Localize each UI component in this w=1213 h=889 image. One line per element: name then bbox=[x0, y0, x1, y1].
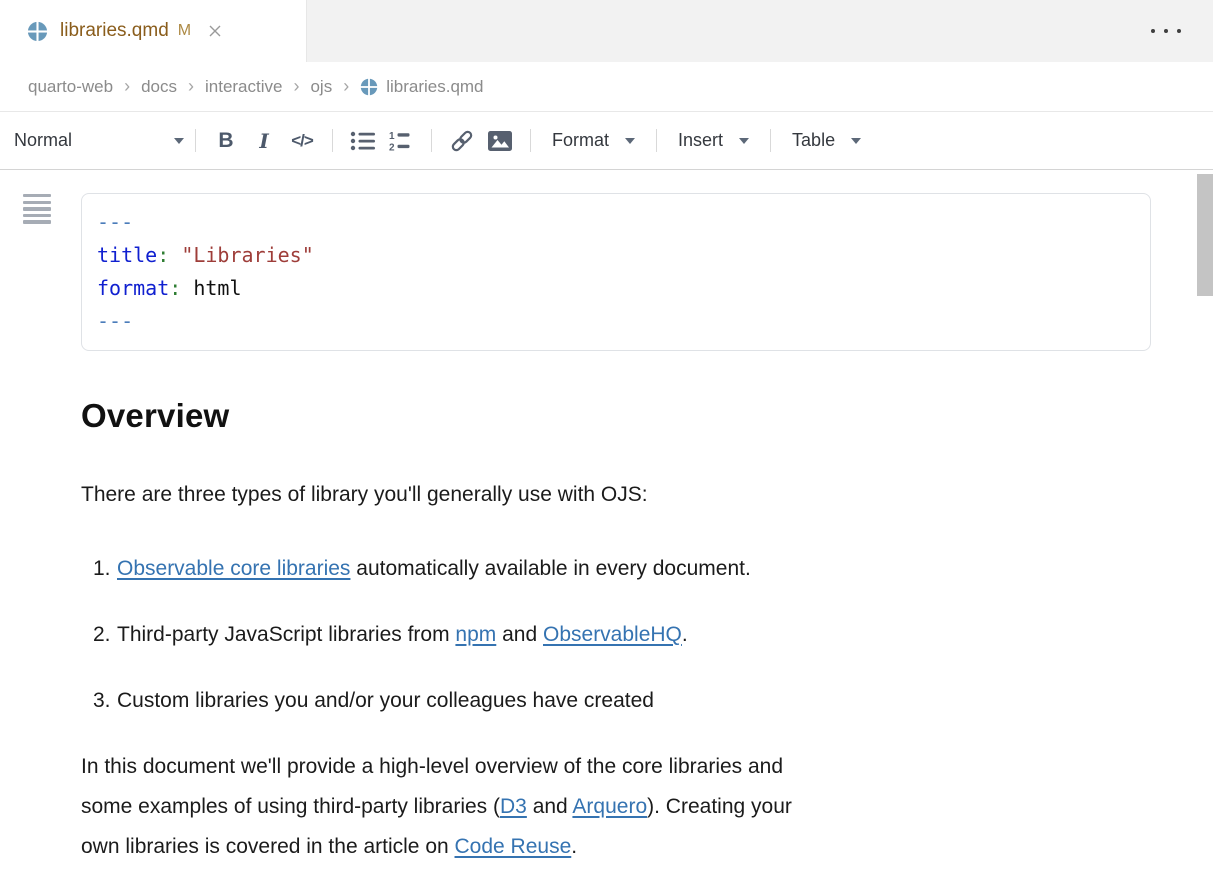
intro-paragraph: There are three types of library you'll … bbox=[81, 475, 1151, 515]
toolbar-divider bbox=[431, 129, 432, 152]
code-icon: </> bbox=[291, 131, 313, 151]
toolbar-divider bbox=[656, 129, 657, 152]
chevron-right-icon: › bbox=[124, 76, 130, 97]
inline-link[interactable]: Code Reuse bbox=[455, 835, 572, 858]
list-item-text: Third-party JavaScript libraries from np… bbox=[117, 615, 688, 655]
text-run: . bbox=[571, 835, 577, 858]
text-run: and bbox=[527, 795, 573, 818]
inline-link[interactable]: Arquero bbox=[572, 795, 647, 818]
code-line: title: "Libraries" bbox=[97, 239, 1135, 272]
text-run: and bbox=[496, 623, 543, 646]
chevron-down-icon bbox=[851, 138, 861, 144]
text-run: some examples of using third-party libra… bbox=[81, 795, 500, 818]
breadcrumb-item-docs[interactable]: docs bbox=[141, 77, 177, 97]
list-item-text: Observable core libraries automatically … bbox=[117, 549, 751, 589]
list-number: 2. bbox=[93, 615, 113, 655]
code-line: --- bbox=[97, 305, 1135, 338]
breadcrumb-item-ojs[interactable]: ojs bbox=[310, 77, 332, 97]
chevron-right-icon: › bbox=[188, 76, 194, 97]
paragraph-line: some examples of using third-party libra… bbox=[81, 787, 1151, 827]
quarto-visual-editor-window: libraries.qmd M quarto-web › docs › inte… bbox=[0, 0, 1213, 889]
italic-icon: I bbox=[259, 129, 268, 153]
inline-link[interactable]: D3 bbox=[500, 795, 527, 818]
breadcrumb: quarto-web › docs › interactive › ojs › … bbox=[0, 62, 1213, 112]
formatting-toolbar: Normal B I </> 1 2 bbox=[0, 112, 1213, 170]
link-button[interactable] bbox=[443, 123, 481, 159]
quarto-logo-icon bbox=[27, 21, 48, 42]
table-menu[interactable]: Table bbox=[782, 130, 871, 151]
close-icon[interactable] bbox=[206, 22, 224, 40]
modified-badge: M bbox=[178, 22, 191, 40]
inline-link[interactable]: ObservableHQ bbox=[543, 623, 682, 646]
image-button[interactable] bbox=[481, 123, 519, 159]
text-run: . bbox=[682, 623, 688, 646]
chevron-right-icon: › bbox=[343, 76, 349, 97]
editor-surface[interactable]: ---title: "Libraries"format: html--- Ove… bbox=[0, 170, 1213, 889]
format-menu[interactable]: Format bbox=[542, 130, 645, 151]
image-icon bbox=[487, 130, 513, 152]
tab-title: libraries.qmd bbox=[60, 20, 169, 42]
breadcrumb-item-interactive[interactable]: interactive bbox=[205, 77, 282, 97]
toolbar-divider bbox=[332, 129, 333, 152]
vertical-scrollbar-thumb[interactable] bbox=[1197, 174, 1213, 296]
bullet-list-button[interactable] bbox=[344, 123, 382, 159]
heading-overview: Overview bbox=[81, 395, 1151, 437]
closing-paragraph: In this document we'll provide a high-le… bbox=[81, 747, 1151, 867]
code-button[interactable]: </> bbox=[283, 123, 321, 159]
svg-text:1: 1 bbox=[389, 131, 395, 142]
editor-tab-bar: libraries.qmd M bbox=[0, 0, 1213, 62]
list-number: 3. bbox=[93, 681, 113, 721]
text-run: Custom libraries you and/or your colleag… bbox=[117, 689, 654, 712]
tab-libraries-qmd[interactable]: libraries.qmd M bbox=[0, 0, 307, 62]
inline-link[interactable]: npm bbox=[455, 623, 496, 646]
paragraph-line: own libraries is covered in the article … bbox=[81, 827, 1151, 867]
chevron-down-icon bbox=[174, 138, 184, 144]
text-run: own libraries is covered in the article … bbox=[81, 835, 455, 858]
list-item: 3. Custom libraries you and/or your coll… bbox=[81, 681, 1151, 721]
link-icon bbox=[448, 129, 476, 153]
insert-menu-label: Insert bbox=[678, 130, 723, 151]
paragraph-style-value: Normal bbox=[14, 130, 72, 151]
list-number: 1. bbox=[93, 549, 113, 589]
block-drag-handle-icon[interactable] bbox=[23, 194, 51, 224]
text-run: Third-party JavaScript libraries from bbox=[117, 623, 455, 646]
format-menu-label: Format bbox=[552, 130, 609, 151]
toolbar-divider bbox=[195, 129, 196, 152]
code-line: --- bbox=[97, 206, 1135, 239]
list-item: 2. Third-party JavaScript libraries from… bbox=[81, 615, 1151, 655]
text-run: ). Creating your bbox=[647, 795, 792, 818]
library-types-list: 1. Observable core libraries automatical… bbox=[81, 549, 1151, 721]
text-run: In this document we'll provide a high-le… bbox=[81, 755, 783, 778]
insert-menu[interactable]: Insert bbox=[668, 130, 759, 151]
paragraph-style-dropdown[interactable]: Normal bbox=[14, 130, 184, 151]
toolbar-divider bbox=[770, 129, 771, 152]
breadcrumb-item-file[interactable]: libraries.qmd bbox=[360, 77, 483, 97]
code-line: format: html bbox=[97, 272, 1135, 305]
paragraph-line: In this document we'll provide a high-le… bbox=[81, 747, 1151, 787]
table-menu-label: Table bbox=[792, 130, 835, 151]
document-body: ---title: "Libraries"format: html--- Ove… bbox=[0, 170, 1213, 867]
toolbar-divider bbox=[530, 129, 531, 152]
numbered-list-button[interactable]: 1 2 bbox=[382, 123, 420, 159]
yaml-front-matter-block[interactable]: ---title: "Libraries"format: html--- bbox=[81, 193, 1151, 351]
chevron-down-icon bbox=[625, 138, 635, 144]
chevron-down-icon bbox=[739, 138, 749, 144]
bold-button[interactable]: B bbox=[207, 123, 245, 159]
chevron-right-icon: › bbox=[293, 76, 299, 97]
bold-icon: B bbox=[218, 129, 233, 153]
italic-button[interactable]: I bbox=[245, 123, 283, 159]
bullet-list-icon bbox=[350, 130, 376, 152]
breadcrumb-item-quarto-web[interactable]: quarto-web bbox=[28, 77, 113, 97]
inline-link[interactable]: Observable core libraries bbox=[117, 557, 350, 580]
list-item: 1. Observable core libraries automatical… bbox=[81, 549, 1151, 589]
svg-text:2: 2 bbox=[389, 142, 395, 152]
text-run: automatically available in every documen… bbox=[350, 557, 750, 580]
tab-bar-spacer bbox=[307, 0, 1149, 62]
more-actions-icon[interactable] bbox=[1149, 0, 1183, 62]
breadcrumb-file-label: libraries.qmd bbox=[386, 77, 483, 97]
list-item-text: Custom libraries you and/or your colleag… bbox=[117, 681, 654, 721]
numbered-list-icon: 1 2 bbox=[388, 130, 414, 152]
quarto-logo-icon bbox=[360, 78, 378, 96]
